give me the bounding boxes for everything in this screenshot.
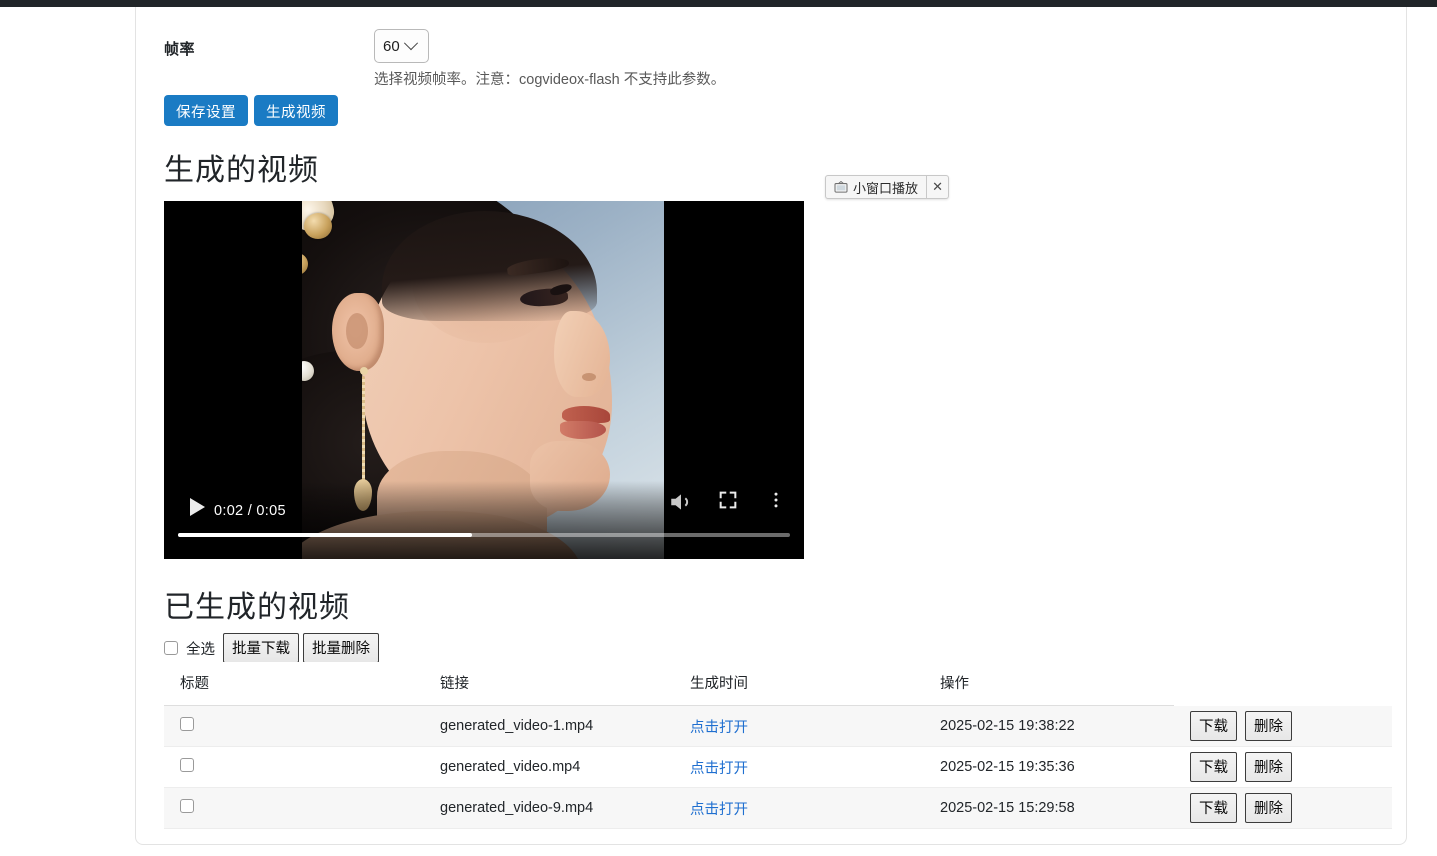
action-button-group: 保存设置 生成视频 [164,95,338,126]
close-icon[interactable]: ✕ [926,176,948,198]
top-navbar [0,0,1437,7]
video-player[interactable]: 0:02 / 0:05 [164,201,804,559]
bulk-delete-button[interactable]: 批量删除 [303,633,379,663]
portrait-ear-inner [346,313,368,349]
earring-stud [360,367,368,375]
download-button[interactable]: 下载 [1190,711,1237,741]
generate-video-button[interactable]: 生成视频 [254,95,338,126]
column-header-time: 生成时间 [674,662,924,706]
row-checkbox[interactable] [180,799,194,813]
volume-icon[interactable] [668,489,704,527]
open-link[interactable]: 点击打开 [690,761,748,777]
video-progress-bar[interactable] [178,533,790,537]
open-link[interactable]: 点击打开 [690,802,748,818]
cell-open-link: 点击打开 [674,747,924,788]
page-container: 帧率 60 选择视频帧率。注意：cogvideox-flash 不支持此参数。 … [135,7,1407,845]
picture-in-picture-label: 小窗口播放 [853,178,918,197]
video-progress-fill [178,533,472,537]
table-header-row: 标题 链接 生成时间 操作 [164,662,1392,706]
hair-ornament-1 [304,213,332,239]
download-button[interactable]: 下载 [1190,752,1237,782]
bulk-download-button[interactable]: 批量下载 [223,633,299,663]
column-header-title: 标题 [164,662,424,706]
table-row: generated_video-1.mp4 点击打开 2025-02-15 19… [164,706,1392,747]
video-time-display: 0:02 / 0:05 [214,503,286,519]
earring-chain [362,376,365,486]
play-icon[interactable] [178,489,216,527]
cell-actions: 下载 删除 [1174,788,1392,829]
cell-filename: generated_video-9.mp4 [424,788,674,829]
table-head: 标题 链接 生成时间 操作 [164,662,1392,706]
cell-filename: generated_video-1.mp4 [424,706,674,747]
framerate-label: 帧率 [164,38,195,59]
history-heading: 已生成的视频 [164,582,350,626]
table-body: generated_video-1.mp4 点击打开 2025-02-15 19… [164,706,1392,829]
portrait-nostril [582,373,596,381]
table-row: generated_video-9.mp4 点击打开 2025-02-15 15… [164,788,1392,829]
download-button[interactable]: 下载 [1190,793,1237,823]
cell-open-link: 点击打开 [674,788,924,829]
picture-in-picture-button[interactable]: 小窗口播放 [826,176,926,198]
open-link[interactable]: 点击打开 [690,720,748,736]
delete-button[interactable]: 删除 [1245,793,1292,823]
row-checkbox[interactable] [180,758,194,772]
cell-select [164,747,424,788]
picture-in-picture-icon [834,181,848,193]
cell-filename: generated_video.mp4 [424,747,674,788]
picture-in-picture-tooltip[interactable]: 小窗口播放 ✕ [825,175,949,199]
cell-timestamp: 2025-02-15 19:35:36 [924,747,1174,788]
delete-button[interactable]: 删除 [1245,752,1292,782]
framerate-select-value: 60 [383,38,400,55]
column-header-action: 操作 [924,662,1174,706]
select-all-checkbox[interactable] [164,641,178,655]
video-frame [302,201,664,559]
cell-actions: 下载 删除 [1174,706,1392,747]
more-options-icon[interactable] [766,489,796,527]
framerate-select[interactable]: 60 [374,29,429,63]
play-triangle [190,498,205,516]
cell-open-link: 点击打开 [674,706,924,747]
table-row: generated_video.mp4 点击打开 2025-02-15 19:3… [164,747,1392,788]
cell-timestamp: 2025-02-15 19:38:22 [924,706,1174,747]
save-settings-button[interactable]: 保存设置 [164,95,248,126]
cell-select [164,706,424,747]
chevron-down-icon [404,36,418,50]
bulk-action-row: 全选 批量下载 批量删除 [164,633,383,663]
row-checkbox[interactable] [180,717,194,731]
generated-video-heading: 生成的视频 [164,145,319,189]
framerate-help-text: 选择视频帧率。注意：cogvideox-flash 不支持此参数。 [374,68,725,89]
select-all-label: 全选 [186,638,215,659]
fullscreen-icon[interactable] [717,489,753,527]
column-header-link: 链接 [424,662,674,706]
cell-actions: 下载 删除 [1174,747,1392,788]
cell-timestamp: 2025-02-15 15:29:58 [924,788,1174,829]
cell-select [164,788,424,829]
video-history-table: 标题 链接 生成时间 操作 generated_video-1.mp4 点击打开… [164,662,1392,829]
delete-button[interactable]: 删除 [1245,711,1292,741]
